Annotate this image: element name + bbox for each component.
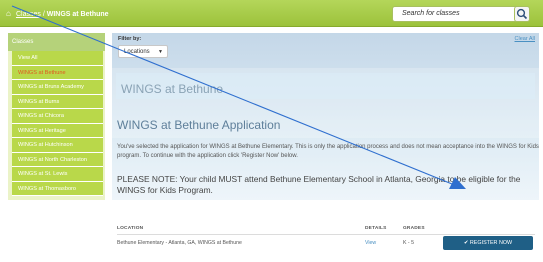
locations-dropdown[interactable]: Locations ▼ xyxy=(118,45,168,58)
breadcrumb-current: WINGS at Bethune xyxy=(46,11,109,18)
sidebar-item-st-lewis[interactable]: WINGS at St. Lewis xyxy=(12,167,103,182)
locations-dropdown-value: Locations xyxy=(124,49,150,55)
sidebar-item-hutchinson[interactable]: WINGS at Hutchinson xyxy=(12,138,103,153)
filter-label: Filter by: xyxy=(118,36,142,42)
class-card-title[interactable]: WINGS at Bethune xyxy=(121,82,223,96)
sidebar-heading: Classes xyxy=(8,33,105,51)
search-icon xyxy=(516,8,528,20)
eligibility-note: PLEASE NOTE: Your child MUST attend Beth… xyxy=(117,174,521,195)
breadcrumb-parent-link[interactable]: Classes xyxy=(16,11,41,18)
column-header-grades: GRADES xyxy=(403,226,425,231)
search-input[interactable]: Search for classes xyxy=(402,10,460,17)
breadcrumb-separator: / xyxy=(42,11,45,18)
top-bar: ⌂ Classes / WINGS at Bethune Search for … xyxy=(0,0,543,27)
grades-cell: K - 5 xyxy=(403,240,414,246)
column-header-details: DETAILS xyxy=(365,226,387,231)
sidebar: Classes View All WINGS at Bethune WINGS … xyxy=(8,33,105,200)
sidebar-item-heritage[interactable]: WINGS at Heritage xyxy=(12,123,103,138)
sidebar-item-view-all[interactable]: View All xyxy=(12,51,103,66)
sidebar-item-thomasboro[interactable]: WINGS at Thomasboro xyxy=(12,181,103,196)
caret-down-icon: ▼ xyxy=(158,49,163,55)
register-now-label: REGISTER NOW xyxy=(469,240,513,246)
location-cell: Bethune Elementary - Atlanta, GA, WINGS … xyxy=(117,240,242,246)
clear-all-link[interactable]: Clear All xyxy=(515,36,535,42)
search-box[interactable]: Search for classes xyxy=(392,6,530,22)
view-details-link[interactable]: View xyxy=(365,240,376,246)
sidebar-item-north-charleston[interactable]: WINGS at North Charleston xyxy=(12,152,103,167)
check-icon: ✔ xyxy=(463,240,469,246)
application-description: You've selected the application for WING… xyxy=(117,144,539,159)
sidebar-item-bruns-academy[interactable]: WINGS at Bruns Academy xyxy=(12,80,103,95)
sidebar-item-bethune[interactable]: WINGS at Bethune xyxy=(12,65,103,80)
search-button[interactable] xyxy=(514,6,530,22)
sidebar-item-chicora[interactable]: WINGS at Chicora xyxy=(12,109,103,124)
application-title: WINGS at Bethune Application xyxy=(117,118,281,132)
breadcrumb: ⌂ Classes / WINGS at Bethune xyxy=(6,9,109,18)
sidebar-item-burns[interactable]: WINGS at Burns xyxy=(12,94,103,109)
register-now-button[interactable]: ✔ REGISTER NOW xyxy=(443,236,533,250)
column-header-location: LOCATION xyxy=(117,226,144,231)
class-card[interactable]: WINGS at Bethune xyxy=(116,73,535,99)
home-icon[interactable]: ⌂ xyxy=(6,9,14,18)
table-divider xyxy=(117,234,535,235)
